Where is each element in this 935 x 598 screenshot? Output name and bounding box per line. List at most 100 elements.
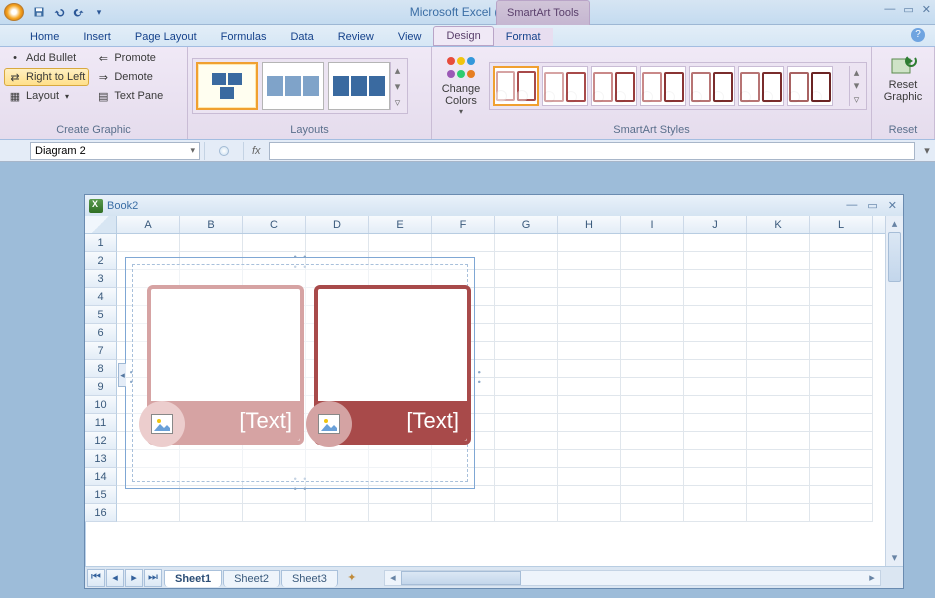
smartart-object[interactable]: • • • • • • • • • • • • • • • • ◂ [Text]… xyxy=(125,257,475,489)
cell[interactable] xyxy=(432,234,495,252)
cell[interactable] xyxy=(621,504,684,522)
cell[interactable] xyxy=(684,270,747,288)
cell[interactable] xyxy=(495,234,558,252)
cell[interactable] xyxy=(495,396,558,414)
cell[interactable] xyxy=(558,432,621,450)
cell[interactable] xyxy=(558,414,621,432)
cell[interactable] xyxy=(558,288,621,306)
cell[interactable] xyxy=(558,504,621,522)
cell[interactable] xyxy=(810,468,873,486)
cell[interactable] xyxy=(810,504,873,522)
cell[interactable] xyxy=(747,468,810,486)
column-header[interactable]: G xyxy=(495,216,558,233)
row-header[interactable]: 12 xyxy=(85,432,117,450)
cell[interactable] xyxy=(684,468,747,486)
style-thumb-3[interactable] xyxy=(591,66,637,106)
qat-save[interactable] xyxy=(30,3,48,21)
cell[interactable] xyxy=(747,504,810,522)
reset-graphic-button[interactable]: Reset Graphic xyxy=(878,49,928,107)
tab-formulas[interactable]: Formulas xyxy=(209,28,279,46)
styles-scroll-up[interactable]: ▴ xyxy=(850,66,863,79)
worksheet-grid[interactable]: ABCDEFGHIJKL 12345678910111213141516 • •… xyxy=(85,216,885,566)
cell[interactable] xyxy=(810,414,873,432)
styles-scroll-down[interactable]: ▾ xyxy=(850,79,863,92)
cell[interactable] xyxy=(684,234,747,252)
cell[interactable] xyxy=(621,450,684,468)
cell[interactable] xyxy=(558,306,621,324)
cell[interactable] xyxy=(558,450,621,468)
cell[interactable] xyxy=(684,378,747,396)
cell[interactable] xyxy=(495,270,558,288)
cell[interactable] xyxy=(747,324,810,342)
tab-page-layout[interactable]: Page Layout xyxy=(123,28,209,46)
cell[interactable] xyxy=(810,324,873,342)
cell[interactable] xyxy=(810,252,873,270)
style-thumb-7[interactable] xyxy=(787,66,833,106)
sheet-tab[interactable]: Sheet2 xyxy=(223,570,280,587)
smartart-text-pane-toggle[interactable]: ◂ xyxy=(118,363,126,387)
row-header[interactable]: 10 xyxy=(85,396,117,414)
cell[interactable] xyxy=(810,288,873,306)
cell[interactable] xyxy=(747,414,810,432)
column-header[interactable]: L xyxy=(810,216,873,233)
cell[interactable] xyxy=(621,342,684,360)
smartart-shape-2-text[interactable]: [Text] xyxy=(406,408,459,434)
sheet-tab[interactable]: Sheet3 xyxy=(281,570,338,587)
cell[interactable] xyxy=(810,396,873,414)
name-box[interactable]: Diagram 2 ▾ xyxy=(30,142,200,160)
cell[interactable] xyxy=(621,396,684,414)
cell[interactable] xyxy=(621,324,684,342)
smartart-shape-1-image-placeholder[interactable] xyxy=(139,401,185,447)
cell[interactable] xyxy=(810,360,873,378)
cell[interactable] xyxy=(495,252,558,270)
tab-view[interactable]: View xyxy=(386,28,434,46)
fx-split-handle[interactable] xyxy=(219,146,229,156)
row-header[interactable]: 13 xyxy=(85,450,117,468)
cell[interactable] xyxy=(558,234,621,252)
cell[interactable] xyxy=(684,396,747,414)
layouts-gallery[interactable]: ▴ ▾ ▿ xyxy=(192,58,408,114)
cell[interactable] xyxy=(810,342,873,360)
hscroll-right[interactable]: ▸ xyxy=(864,571,880,585)
layout-thumb-3[interactable] xyxy=(328,62,390,110)
tab-design[interactable]: Design xyxy=(433,26,493,46)
smartart-shape-1[interactable]: [Text] xyxy=(147,285,304,445)
cell[interactable] xyxy=(810,486,873,504)
cell[interactable] xyxy=(684,306,747,324)
cell[interactable] xyxy=(684,324,747,342)
cell[interactable] xyxy=(558,486,621,504)
row-header[interactable]: 1 xyxy=(85,234,117,252)
cell[interactable] xyxy=(306,504,369,522)
resize-grip[interactable] xyxy=(885,569,903,587)
cell[interactable] xyxy=(684,360,747,378)
cell[interactable] xyxy=(684,252,747,270)
row-header[interactable]: 8 xyxy=(85,360,117,378)
cell[interactable] xyxy=(810,450,873,468)
row-header[interactable]: 4 xyxy=(85,288,117,306)
column-header[interactable]: E xyxy=(369,216,432,233)
sheet-nav-prev[interactable]: ◂ xyxy=(106,569,124,587)
new-sheet-button[interactable]: ✦ xyxy=(340,571,364,584)
cell[interactable] xyxy=(306,234,369,252)
change-colors-button[interactable]: Change Colors ▾ xyxy=(436,53,486,120)
row-header[interactable]: 11 xyxy=(85,414,117,432)
cell[interactable] xyxy=(621,270,684,288)
formula-input[interactable] xyxy=(269,142,915,160)
row-header[interactable]: 7 xyxy=(85,342,117,360)
select-all-corner[interactable] xyxy=(85,216,117,233)
style-thumb-6[interactable] xyxy=(738,66,784,106)
cell[interactable] xyxy=(621,432,684,450)
tab-home[interactable]: Home xyxy=(18,28,71,46)
cell[interactable] xyxy=(117,234,180,252)
cell[interactable] xyxy=(495,288,558,306)
layout-thumb-2[interactable] xyxy=(262,62,324,110)
sheet-nav-next[interactable]: ▸ xyxy=(125,569,143,587)
window-close[interactable]: ✕ xyxy=(922,3,931,16)
cell[interactable] xyxy=(621,306,684,324)
cell[interactable] xyxy=(621,378,684,396)
cell[interactable] xyxy=(369,504,432,522)
cell[interactable] xyxy=(495,324,558,342)
row-header[interactable]: 9 xyxy=(85,378,117,396)
row-header[interactable]: 14 xyxy=(85,468,117,486)
cell[interactable] xyxy=(558,468,621,486)
